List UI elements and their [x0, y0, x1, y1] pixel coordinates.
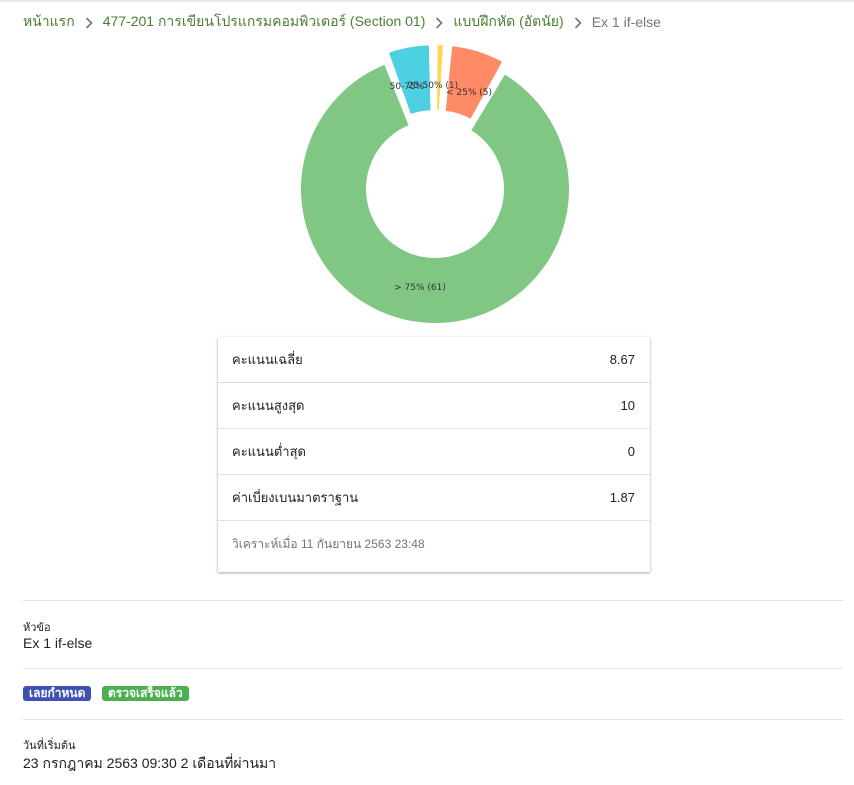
stat-row-stddev: ค่าเบี่ยงเบนมาตราฐาน 1.87: [218, 475, 650, 521]
stat-value: 10: [620, 398, 635, 413]
start-date-label: วันที่เริ่มต้น: [23, 740, 76, 752]
stat-row-max: คะแนนสูงสุด 10: [218, 383, 650, 429]
score-distribution-chart: > 75% (61)< 25% (5)25-50% (1)50-75%: [299, 43, 571, 325]
topic-value: Ex 1 if-else: [23, 635, 93, 651]
stat-value: 8.67: [609, 352, 635, 367]
stat-label: คะแนนเฉลี่ย: [232, 352, 303, 367]
start-date-value: 23 กรกฎาคม 2563 09:30 2 เดือนที่ผ่านมา: [23, 755, 277, 771]
analysis-timestamp: วิเคราะห์เมื่อ 11 กันยายน 2563 23:48: [232, 537, 425, 551]
chevron-right-icon: [75, 14, 103, 30]
divider: [23, 719, 843, 720]
breadcrumb-home-link[interactable]: หน้าแรก: [23, 11, 75, 33]
divider: [23, 600, 843, 601]
top-border: [0, 0, 854, 2]
stats-card: คะแนนเฉลี่ย 8.67 คะแนนสูงสุด 10 คะแนนต่ำ…: [218, 337, 650, 572]
pie-slice: [435, 43, 445, 113]
divider: [23, 668, 843, 669]
checked-badge: ตรวจเสร็จแล้ว: [102, 686, 189, 701]
breadcrumb-current: Ex 1 if-else: [591, 14, 661, 30]
stat-value: 1.87: [609, 490, 635, 505]
stat-row-average: คะแนนเฉลี่ย 8.67: [218, 337, 650, 383]
stat-label: คะแนนต่ำสุด: [232, 444, 306, 459]
chevron-right-icon: [564, 14, 592, 30]
chevron-right-icon: [425, 14, 453, 30]
breadcrumb: หน้าแรก 477-201 การเขียนโปรแกรมคอมพิวเตอ…: [23, 12, 661, 32]
slice-label: 50-75%: [390, 82, 425, 92]
overdue-badge: เลยกำหนด: [23, 686, 92, 701]
topic-label: หัวข้อ: [23, 622, 51, 634]
stat-value: 0: [627, 444, 635, 459]
breadcrumb-course-link[interactable]: 477-201 การเขียนโปรแกรมคอมพิวเตอร์ (Sect…: [103, 11, 426, 33]
slice-label: > 75% (61): [394, 283, 446, 293]
breadcrumb-category-link[interactable]: แบบฝึกหัด (อัตนัย): [453, 11, 563, 33]
stat-label: คะแนนสูงสุด: [232, 398, 305, 413]
stat-label: ค่าเบี่ยงเบนมาตราฐาน: [232, 490, 359, 505]
stat-row-min: คะแนนต่ำสุด 0: [218, 429, 650, 475]
